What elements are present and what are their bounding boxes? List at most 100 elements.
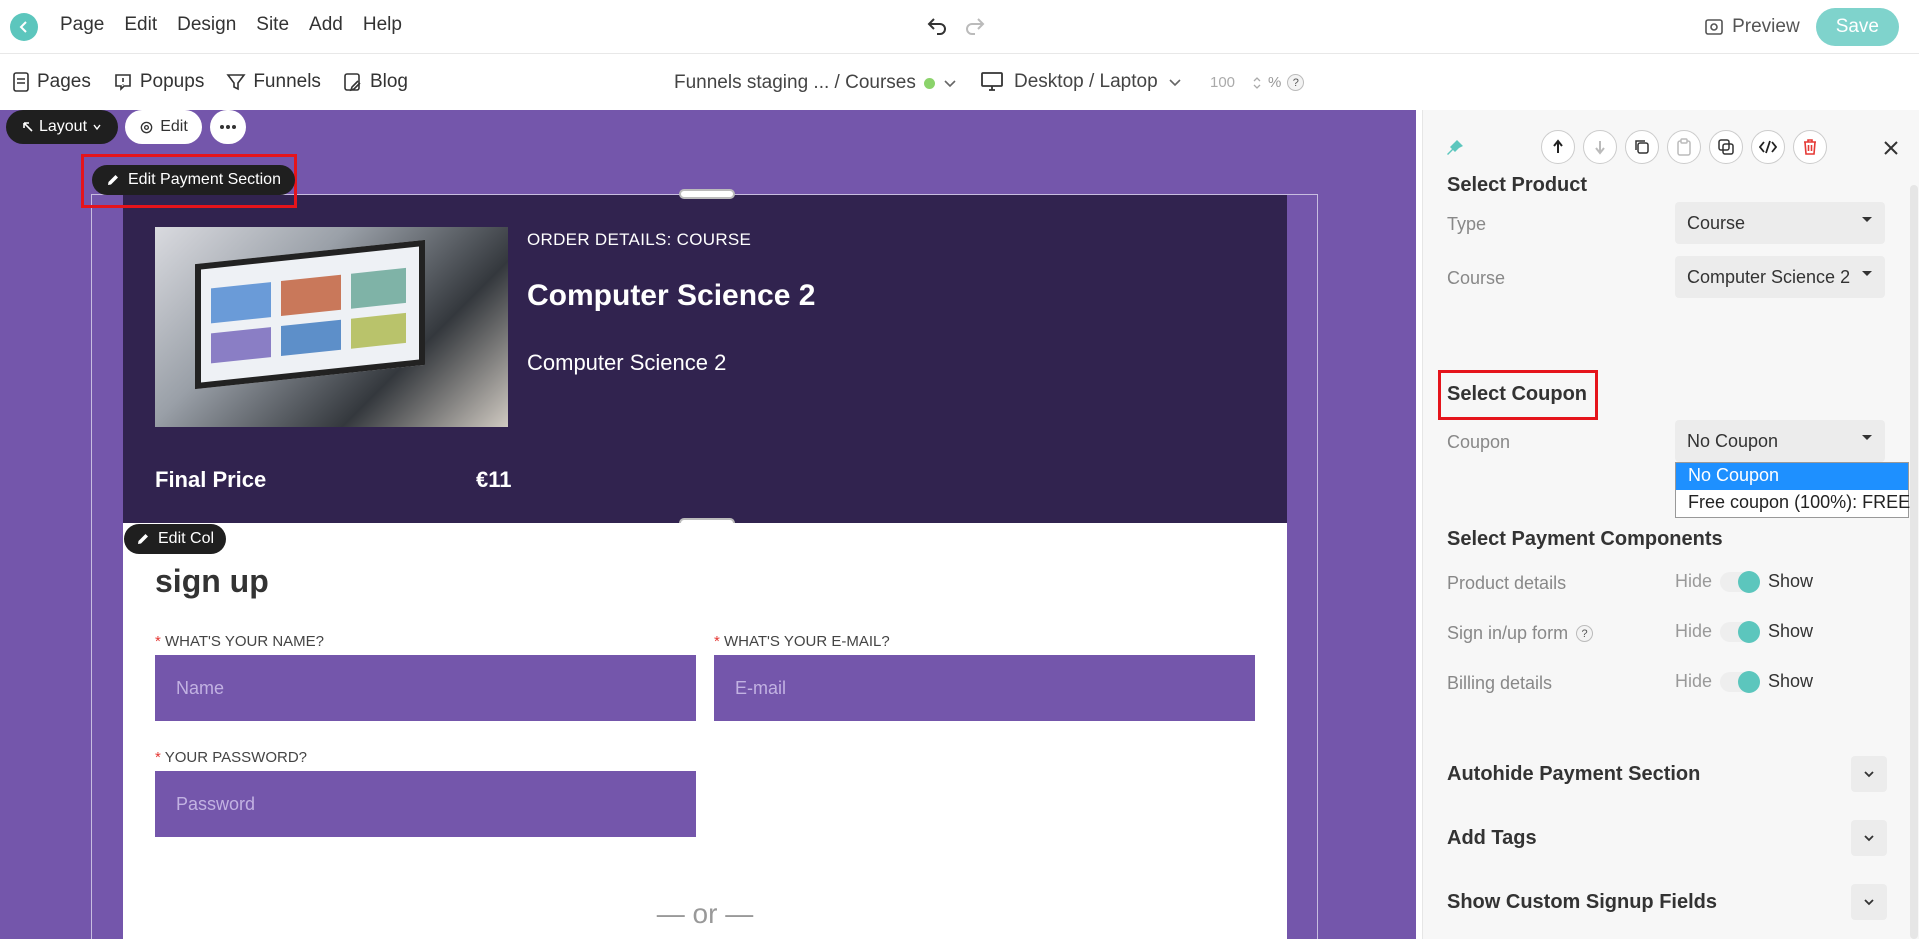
duplicate-button[interactable]: [1625, 130, 1659, 164]
name-label: * WHAT'S YOUR NAME?: [155, 633, 324, 650]
expand-button[interactable]: [1851, 820, 1887, 856]
caret-down-icon: [1862, 217, 1872, 222]
name-input[interactable]: [155, 655, 696, 721]
edit-label: Edit: [160, 118, 188, 135]
pin-icon[interactable]: [1445, 138, 1465, 158]
laptop-screen: [195, 239, 425, 390]
edit-payment-section-button[interactable]: Edit Payment Section: [92, 165, 295, 195]
toggle-switch[interactable]: [1720, 570, 1761, 593]
trash-icon: [1804, 139, 1816, 155]
device-selector[interactable]: Desktop / Laptop: [980, 71, 1182, 93]
more-button[interactable]: [210, 110, 246, 144]
blog-icon: [344, 73, 361, 92]
edit-col-label: Edit Col: [158, 530, 215, 547]
accordion-custom-fields[interactable]: Show Custom Signup Fields: [1447, 884, 1887, 920]
layout-label: Layout: [38, 118, 88, 135]
coupon-label: Coupon: [1447, 432, 1511, 452]
menu-help[interactable]: Help: [363, 14, 402, 36]
device-label: Desktop / Laptop: [1014, 71, 1158, 92]
nav-funnels[interactable]: Funnels: [226, 71, 321, 93]
caret-down-icon: [1862, 435, 1872, 440]
billing-details-toggle[interactable]: Hide Show: [1675, 670, 1813, 693]
show-label: Show: [1768, 621, 1814, 641]
toggle-switch[interactable]: [1720, 620, 1761, 643]
nav-popups[interactable]: Popups: [113, 71, 204, 93]
hide-label: Hide: [1675, 571, 1713, 591]
code-button[interactable]: [1751, 130, 1785, 164]
menu-page[interactable]: Page: [60, 14, 104, 36]
nav-blog[interactable]: Blog: [343, 71, 408, 93]
funnel-breadcrumb[interactable]: Funnels staging ... / Courses: [674, 72, 957, 94]
expand-button[interactable]: [1851, 756, 1887, 792]
expand-button[interactable]: [1851, 884, 1887, 920]
accordion-autohide[interactable]: Autohide Payment Section: [1447, 756, 1887, 792]
accordion-add-tags[interactable]: Add Tags: [1447, 820, 1887, 856]
chevron-down-icon: [1169, 79, 1181, 87]
coupon-option[interactable]: No Coupon: [1676, 463, 1908, 490]
accordion-title: Show Custom Signup Fields: [1447, 890, 1717, 913]
paste-button[interactable]: [1667, 130, 1701, 164]
chevron-down-icon: [944, 80, 956, 88]
main-menu: Page Edit Design Site Add Help: [60, 14, 402, 36]
eye-icon: [1705, 19, 1723, 35]
nav-blog-label: Blog: [369, 71, 408, 92]
element-tools: [1541, 130, 1827, 164]
monitor-icon: [981, 72, 1003, 91]
save-button[interactable]: Save: [1815, 8, 1899, 46]
show-label: Show: [1768, 571, 1814, 591]
resize-handle-top[interactable]: [679, 189, 735, 199]
coupon-value: No Coupon: [1687, 431, 1779, 451]
menu-add[interactable]: Add: [309, 14, 343, 36]
course-title: Computer Science 2: [527, 279, 816, 312]
select-components-heading: Select Payment Components: [1447, 528, 1723, 550]
email-input[interactable]: [714, 655, 1255, 721]
close-icon[interactable]: [1883, 140, 1899, 156]
edit-button[interactable]: Edit: [125, 110, 202, 144]
status-dot: [923, 77, 935, 89]
help-icon[interactable]: ?: [1287, 74, 1305, 91]
editor-canvas: Layout Edit ORDER DETAILS: COURSE Comput…: [0, 110, 1416, 939]
zoom-input[interactable]: 100: [1210, 74, 1246, 91]
copy-icon: [1718, 139, 1734, 155]
stepper-icon[interactable]: [1252, 75, 1262, 91]
menu-site[interactable]: Site: [256, 14, 289, 36]
required-mark: *: [155, 749, 161, 766]
nav-pages[interactable]: Pages: [12, 71, 91, 93]
screen-tile: [211, 327, 271, 364]
move-down-button[interactable]: [1583, 130, 1617, 164]
undo-icon[interactable]: [926, 14, 948, 36]
password-input[interactable]: [155, 771, 696, 837]
move-up-button[interactable]: [1541, 130, 1575, 164]
product-details-toggle[interactable]: Hide Show: [1675, 570, 1814, 593]
menu-design[interactable]: Design: [177, 14, 236, 36]
copy-button[interactable]: [1709, 130, 1743, 164]
clipboard-icon: [1677, 138, 1691, 156]
edit-column-button[interactable]: Edit Col: [124, 524, 227, 554]
toggle-switch[interactable]: [1720, 670, 1761, 693]
preview-button[interactable]: Preview: [1704, 16, 1800, 38]
coupon-option[interactable]: Free coupon (100%): FREE: [1676, 490, 1910, 517]
panel-scrollbar[interactable]: [1910, 185, 1918, 939]
order-details-label: ORDER DETAILS: COURSE: [527, 230, 752, 249]
preview-label: Preview: [1732, 16, 1800, 37]
menu-edit[interactable]: Edit: [124, 14, 157, 36]
history-controls: [926, 14, 986, 36]
delete-button[interactable]: [1793, 130, 1827, 164]
component-label: Billing details: [1447, 673, 1553, 693]
accordion-title: Autohide Payment Section: [1447, 762, 1701, 785]
course-select[interactable]: Computer Science 2: [1675, 256, 1885, 298]
back-button[interactable]: [10, 13, 38, 41]
signin-form-toggle[interactable]: Hide Show: [1675, 620, 1814, 643]
order-details-section[interactable]: ORDER DETAILS: COURSE Computer Science 2…: [123, 195, 1287, 523]
component-label: Product details: [1447, 573, 1567, 593]
help-icon[interactable]: ?: [1576, 625, 1594, 642]
password-label-text: YOUR PASSWORD?: [164, 749, 307, 766]
properties-panel: Select Product Type Course Course Comput…: [1422, 110, 1919, 939]
type-select[interactable]: Course: [1675, 202, 1885, 244]
coupon-select[interactable]: No Coupon: [1675, 420, 1885, 462]
funnel-icon: [226, 74, 246, 91]
redo-icon[interactable]: [964, 14, 986, 36]
pencil-icon: [138, 534, 148, 544]
chevron-left-icon: [19, 21, 27, 33]
layout-button[interactable]: Layout: [6, 110, 118, 144]
